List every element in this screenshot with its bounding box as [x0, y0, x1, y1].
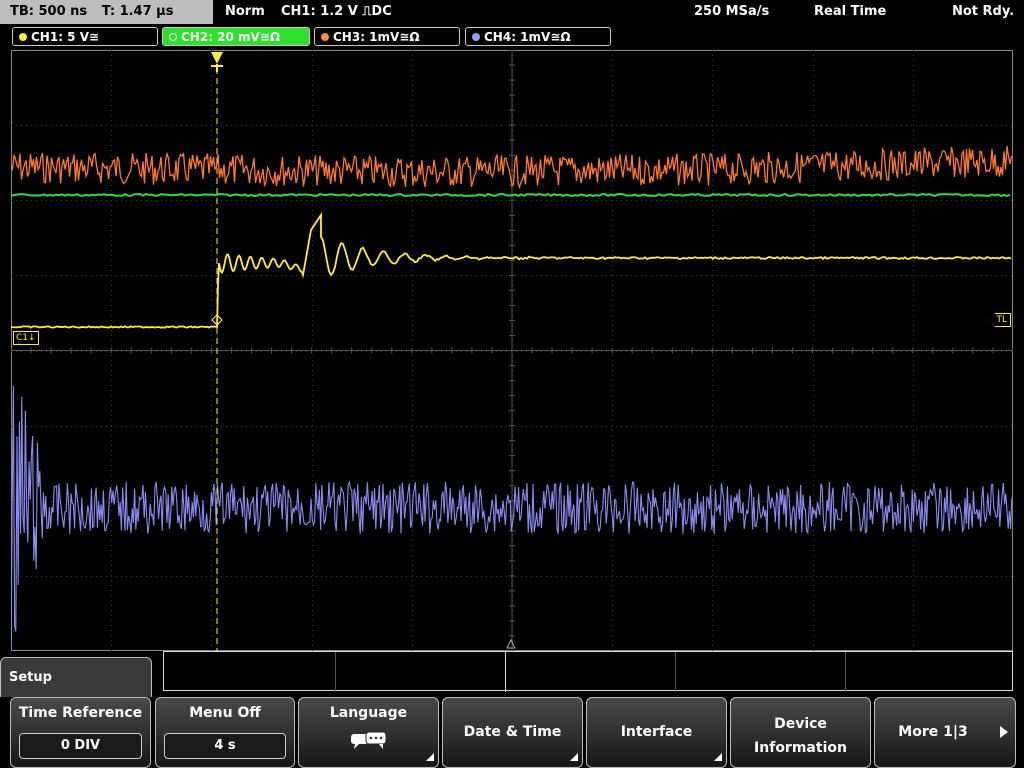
- ch2-trace: [11, 192, 1011, 198]
- acquisition-mode[interactable]: Real Time: [814, 0, 886, 24]
- language-button[interactable]: Language: [298, 697, 439, 768]
- date-time-button[interactable]: Date & Time: [442, 697, 583, 768]
- ch2-dot-icon: [169, 33, 177, 41]
- channel-tab-ch2[interactable]: CH2: 20 mV≅Ω: [162, 27, 310, 46]
- speech-bubble-icon: [351, 731, 387, 749]
- device-information-label: Device Information: [754, 716, 847, 756]
- channel-tab-ch1[interactable]: CH1: 5 V≅: [12, 27, 158, 46]
- trigger-source[interactable]: CH1: 1.2 V ⎍DC: [281, 0, 392, 24]
- softkey-bar: Time Reference 0 DIV Menu Off 4 s Langua…: [0, 697, 1024, 768]
- ch1-offset-marker[interactable]: C1↓: [13, 331, 39, 345]
- timebase-label: TB: 500 ns: [10, 4, 88, 19]
- trigger-position-marker[interactable]: [211, 52, 223, 72]
- more-label: More 1|3: [898, 724, 968, 740]
- arrow-down-icon: ↓: [28, 333, 36, 343]
- time-reference-button[interactable]: Time Reference 0 DIV: [10, 697, 151, 768]
- ch1-dot-icon: [19, 33, 27, 41]
- more-button[interactable]: More 1|3: [874, 697, 1016, 768]
- device-information-button[interactable]: Device Information: [730, 697, 871, 768]
- time-reference-label: Time Reference: [18, 705, 143, 721]
- trigger-level-label: TL: [996, 315, 1007, 325]
- trigger-mode[interactable]: Norm: [225, 0, 265, 24]
- channel-tab-ch4[interactable]: CH4: 1mV≅Ω: [465, 27, 611, 46]
- status-bar: TB: 500 ns T: 1.47 µs Norm CH1: 1.2 V ⎍D…: [0, 0, 1024, 24]
- ch4-dot-icon: [472, 33, 480, 41]
- menu-title-tab: Setup: [0, 657, 152, 697]
- time-reference-value[interactable]: 0 DIV: [19, 733, 142, 759]
- ch3-trace: [11, 146, 1013, 190]
- ch2-label: CH2: 20 mV≅Ω: [181, 30, 281, 44]
- ch3-label: CH3: 1mV≅Ω: [333, 30, 420, 44]
- ch4-label: CH4: 1mV≅Ω: [484, 30, 571, 44]
- timebase-box[interactable]: TB: 500 ns T: 1.47 µs: [0, 0, 213, 24]
- submenu-corner-icon: [714, 753, 722, 761]
- graticule: [11, 50, 1013, 651]
- ch3-dot-icon: [321, 33, 329, 41]
- menu-off-button[interactable]: Menu Off 4 s: [155, 697, 295, 768]
- menu-info-strip: [163, 651, 1013, 692]
- sample-rate: 250 MSa/s: [694, 4, 770, 19]
- waveform-svg: [11, 50, 1013, 651]
- triangle-right-icon: [1000, 726, 1008, 738]
- ch1-trace: [11, 212, 1012, 329]
- ch1-label: CH1: 5 V≅: [31, 30, 100, 44]
- waveform-display[interactable]: C1↓ TL: [11, 50, 1013, 651]
- date-time-label: Date & Time: [463, 724, 562, 740]
- acquisition-state: Not Rdy.: [952, 4, 1015, 19]
- interface-button[interactable]: Interface: [586, 697, 727, 768]
- menu-off-value[interactable]: 4 s: [164, 733, 286, 759]
- trigger-time-label: T: 1.47 µs: [101, 4, 174, 19]
- submenu-corner-icon: [570, 753, 578, 761]
- channel-tab-ch3[interactable]: CH3: 1mV≅Ω: [314, 27, 460, 46]
- menu-title: Setup: [9, 670, 52, 685]
- menu-off-label: Menu Off: [189, 705, 261, 721]
- time-reference-marker: [506, 638, 516, 649]
- language-label: Language: [329, 705, 408, 721]
- ch1-marker-label: C1: [16, 333, 29, 343]
- submenu-corner-icon: [426, 753, 434, 761]
- interface-label: Interface: [620, 724, 693, 740]
